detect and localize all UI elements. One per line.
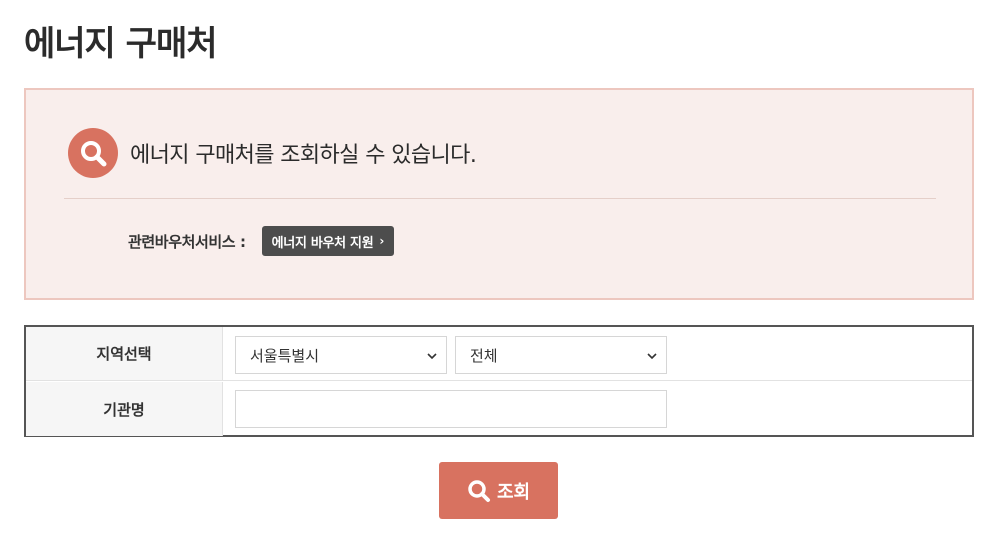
search-icon <box>468 479 490 502</box>
related-services-label: 관련바우처서비스 : <box>128 232 246 251</box>
search-button[interactable]: 조회 <box>439 462 558 519</box>
chevron-down-icon <box>427 353 437 360</box>
page-title: 에너지 구매처 <box>24 24 218 64</box>
energy-voucher-button-label: 에너지 바우처 지원 <box>271 235 374 251</box>
chevron-right-icon: › <box>379 234 385 248</box>
form-row-region: 지역선택 서울특별시 전체 <box>26 327 972 381</box>
info-divider <box>64 198 936 199</box>
search-icon <box>68 128 118 178</box>
search-form: 지역선택 서울특별시 전체 기관명 <box>24 325 974 437</box>
region-select-value: 서울특별시 <box>250 346 320 365</box>
info-heading: 에너지 구매처를 조회하실 수 있습니다. <box>130 143 477 168</box>
energy-voucher-button[interactable]: 에너지 바우처 지원 › <box>261 226 395 256</box>
district-select[interactable]: 전체 <box>455 336 667 374</box>
region-label: 지역선택 <box>26 327 223 380</box>
info-box: 에너지 구매처를 조회하실 수 있습니다. 관련바우처서비스 : 에너지 바우처… <box>24 88 974 300</box>
org-name-input[interactable] <box>235 390 667 428</box>
search-button-label: 조회 <box>496 481 531 503</box>
org-name-label: 기관명 <box>26 382 223 436</box>
district-select-value: 전체 <box>470 346 498 365</box>
related-services: 관련바우처서비스 : 에너지 바우처 지원 › <box>128 226 395 256</box>
region-select[interactable]: 서울특별시 <box>235 336 447 374</box>
chevron-down-icon <box>647 353 657 360</box>
form-row-org: 기관명 <box>26 382 972 436</box>
info-heading-row: 에너지 구매처를 조회하실 수 있습니다. <box>68 128 477 178</box>
